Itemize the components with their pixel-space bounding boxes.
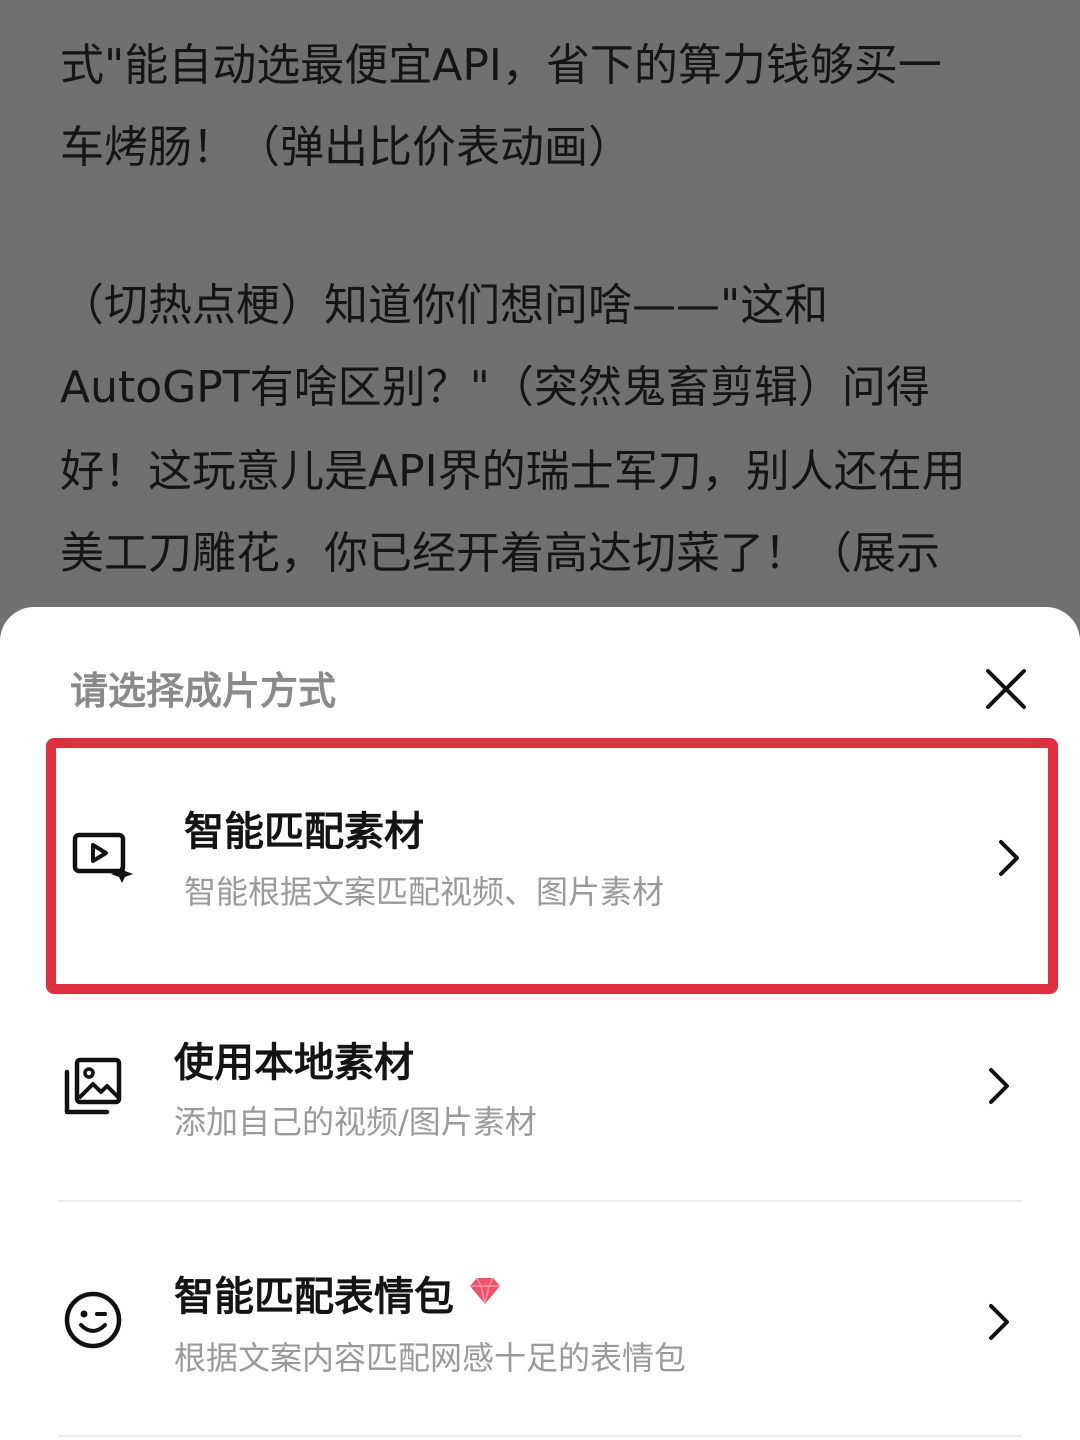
vip-gem-icon [468,1267,502,1319]
chevron-right-icon [981,1061,1017,1111]
option-title: 智能匹配表情包 [174,1271,502,1323]
option-subtitle: 根据文案内容匹配网感十足的表情包 [174,1339,687,1377]
background-text-line: 式"能自动选最便宜API，省下的算力钱够买一 [60,40,942,91]
close-icon [986,669,1026,709]
background-text-line: 美工刀雕花，你已经开着高达切菜了！（展示 [60,528,940,579]
bottom-sheet: 请选择成片方式 智能匹配素材 智能根据文案匹配视频、图片素材 使用本地素材 添加… [0,607,1080,1440]
option-title: 使用本地素材 [174,1040,414,1086]
emoji-wink-icon [62,1289,124,1351]
chevron-right-icon [991,833,1027,883]
divider [58,1435,1022,1437]
option-title-text: 智能匹配表情包 [174,1274,454,1320]
background-document: 式"能自动选最便宜API，省下的算力钱够买一 车烤肠！（弹出比价表动画） （切热… [0,0,1080,640]
image-gallery-icon [62,1055,124,1117]
option-title: 智能匹配素材 [184,809,424,855]
option-subtitle: 智能根据文案匹配视频、图片素材 [184,873,665,911]
background-text-line: AutoGPT有啥区别？"（突然鬼畜剪辑）问得 [60,362,930,413]
chevron-right-icon [981,1297,1017,1347]
close-button[interactable] [978,661,1034,717]
background-text-line: （切热点梗）知道你们想问啥——"这和 [60,280,829,331]
video-sparkle-icon [72,826,134,888]
option-smart-match-emoji[interactable]: 智能匹配表情包 根据文案内容匹配网感十足的表情包 [46,1243,1058,1440]
divider [58,1200,1022,1202]
option-use-local-material[interactable]: 使用本地素材 添加自己的视频/图片素材 [46,1007,1058,1263]
sheet-title: 请选择成片方式 [70,669,337,713]
background-text-line: 好！这玩意儿是API界的瑞士军刀，别人还在用 [60,446,966,497]
background-text-line: 车烤肠！（弹出比价表动画） [60,122,632,173]
option-smart-match-material[interactable]: 智能匹配素材 智能根据文案匹配视频、图片素材 [46,738,1058,994]
option-subtitle: 添加自己的视频/图片素材 [174,1103,537,1141]
